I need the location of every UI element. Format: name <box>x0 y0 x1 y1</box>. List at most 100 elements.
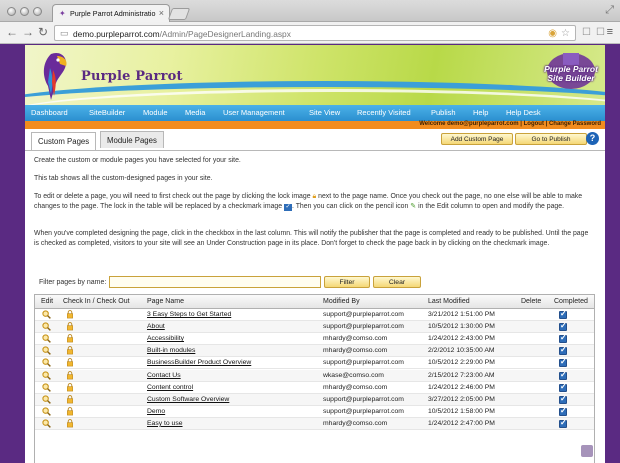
magnifier-icon[interactable] <box>42 310 51 319</box>
nav-recently-visited[interactable]: Recently Visited <box>357 108 411 117</box>
nav-help[interactable]: Help <box>473 108 488 117</box>
magnifier-icon[interactable] <box>42 407 51 416</box>
completed-checkbox[interactable] <box>559 321 567 332</box>
page-name-link[interactable]: BusinessBuilder Product Overview <box>147 359 251 366</box>
last-modified: 10/5/2012 2:29:00 PM <box>428 359 495 367</box>
modified-by: mhardy@comso.com <box>323 347 388 355</box>
magnifier-icon[interactable] <box>42 382 51 392</box>
intro-p3-part-a: To edit or delete a page, you will need … <box>34 193 311 200</box>
magnifier-icon[interactable] <box>42 322 51 331</box>
completed-checkbox[interactable] <box>559 357 567 368</box>
lock-icon[interactable] <box>66 346 74 355</box>
url-text: demo.purpleparrot.com/Admin/PageDesigner… <box>73 29 291 39</box>
main-navigation: Dashboard SiteBuilder Module Media User … <box>25 105 605 121</box>
nav-user-management[interactable]: User Management <box>223 108 285 117</box>
extension2-icon[interactable]: ☐ <box>596 27 605 38</box>
user-welcome-text[interactable]: Welcome demo@purpleparrot.com | Logout |… <box>419 121 601 127</box>
modified-by: support@purpleparrot.com <box>323 323 404 331</box>
page-name-link[interactable]: Easy to use <box>147 420 183 427</box>
parrot-favicon-icon: ✦ <box>59 9 66 18</box>
lock-icon[interactable] <box>66 310 74 319</box>
magnifier-icon[interactable] <box>42 358 51 368</box>
page-name-link[interactable]: Contact Us <box>147 372 181 379</box>
nav-help-desk[interactable]: Help Desk <box>506 108 541 117</box>
extension-icon[interactable]: ◉ <box>548 28 557 39</box>
tab-module-pages[interactable]: Module Pages <box>100 131 164 148</box>
go-to-publish-button[interactable]: Go to Publish <box>515 133 587 145</box>
completed-checkbox[interactable] <box>559 333 567 344</box>
page-name-link[interactable]: Content control <box>147 384 193 391</box>
completed-checkbox[interactable] <box>559 345 567 356</box>
col-page-name[interactable]: Page Name <box>147 298 184 305</box>
page-name-link[interactable]: About <box>147 323 165 330</box>
menu-icon[interactable]: ≡ <box>607 26 613 38</box>
completed-checkbox[interactable] <box>559 406 567 416</box>
col-completed[interactable]: Completed <box>554 298 588 305</box>
col-last-modified[interactable]: Last Modified <box>428 298 470 305</box>
nav-publish[interactable]: Publish <box>431 108 456 117</box>
address-bar[interactable]: ▭ demo.purpleparrot.com/Admin/PageDesign… <box>54 25 576 41</box>
browser-tab-bar: ✦ Purple Parrot Administratio × ⤢ <box>0 0 620 22</box>
lock-icon[interactable] <box>66 394 74 404</box>
col-delete[interactable]: Delete <box>521 298 541 305</box>
checkmark-inline-icon: ✓ <box>284 203 293 211</box>
resize-grip-icon[interactable] <box>581 445 593 457</box>
filter-label: Filter pages by name: <box>39 279 107 286</box>
magnifier-icon[interactable] <box>42 334 51 344</box>
browser-toolbar: ← → ↻ ▭ demo.purpleparrot.com/Admin/Page… <box>0 22 620 44</box>
intro-paragraph-1: Create the custom or module pages you ha… <box>34 157 241 164</box>
bookmark-star-icon[interactable]: ☆ <box>561 28 570 39</box>
window-minimize-button[interactable] <box>20 7 29 16</box>
tab-custom-pages[interactable]: Custom Pages <box>31 132 97 150</box>
help-icon[interactable]: ? <box>586 132 599 145</box>
last-modified: 3/27/2012 2:05:00 PM <box>428 395 495 403</box>
completed-checkbox[interactable] <box>559 394 567 404</box>
completed-checkbox[interactable] <box>559 309 567 319</box>
lock-icon[interactable] <box>66 382 74 392</box>
forward-arrow-icon[interactable]: → <box>22 25 34 39</box>
col-modified-by[interactable]: Modified By <box>323 298 360 305</box>
completed-checkbox[interactable] <box>559 418 567 428</box>
page-name-link[interactable]: Demo <box>147 408 165 415</box>
col-edit[interactable]: Edit <box>41 298 53 305</box>
fullscreen-icon[interactable]: ⤢ <box>605 4 614 17</box>
lock-icon[interactable] <box>66 370 74 380</box>
new-tab-button[interactable] <box>167 8 191 20</box>
filter-button[interactable]: Filter <box>324 276 370 288</box>
table-row: Content control mhardy@comso.com 1/24/2012… <box>35 382 594 394</box>
magnifier-icon[interactable] <box>42 419 51 428</box>
lock-icon[interactable] <box>66 418 74 428</box>
site-builder-line2: Site Builder <box>547 73 595 83</box>
reader-icon[interactable]: ☐ <box>582 27 591 38</box>
completed-checkbox[interactable] <box>559 370 567 380</box>
lock-icon[interactable] <box>66 334 74 343</box>
nav-module[interactable]: Module <box>143 108 168 117</box>
lock-icon[interactable] <box>66 406 74 416</box>
magnifier-icon[interactable] <box>42 370 51 380</box>
window-close-button[interactable] <box>7 7 16 16</box>
modified-by: support@purpleparrot.com <box>323 395 404 403</box>
browser-tab[interactable]: ✦ Purple Parrot Administratio × <box>52 4 170 22</box>
nav-site-view[interactable]: Site View <box>309 108 340 117</box>
page-name-link[interactable]: 3 Easy Steps to Get Started <box>147 311 231 318</box>
nav-media[interactable]: Media <box>185 108 205 117</box>
magnifier-icon[interactable] <box>42 395 51 404</box>
lock-icon[interactable] <box>66 358 74 367</box>
lock-icon[interactable] <box>66 322 74 331</box>
completed-checkbox[interactable] <box>559 382 567 392</box>
filter-input[interactable] <box>109 276 321 288</box>
add-custom-page-button[interactable]: Add Custom Page <box>441 133 513 145</box>
back-arrow-icon[interactable]: ← <box>6 25 18 39</box>
tab-close-icon[interactable]: × <box>159 8 164 18</box>
reload-icon[interactable]: ↻ <box>38 25 48 39</box>
page-name-link[interactable]: Custom Software Overview <box>147 396 229 403</box>
window-zoom-button[interactable] <box>33 7 42 16</box>
page-name-link[interactable]: Built-in modules <box>147 347 195 354</box>
page-name-link[interactable]: Accessibility <box>147 335 184 342</box>
nav-dashboard[interactable]: Dashboard <box>31 108 68 117</box>
nav-sitebuilder[interactable]: SiteBuilder <box>89 108 125 117</box>
clear-button[interactable]: Clear <box>373 276 421 288</box>
last-modified: 1/24/2012 2:46:00 PM <box>428 383 495 391</box>
col-checkin[interactable]: Check In / Check Out <box>63 298 130 305</box>
magnifier-icon[interactable] <box>42 346 51 356</box>
